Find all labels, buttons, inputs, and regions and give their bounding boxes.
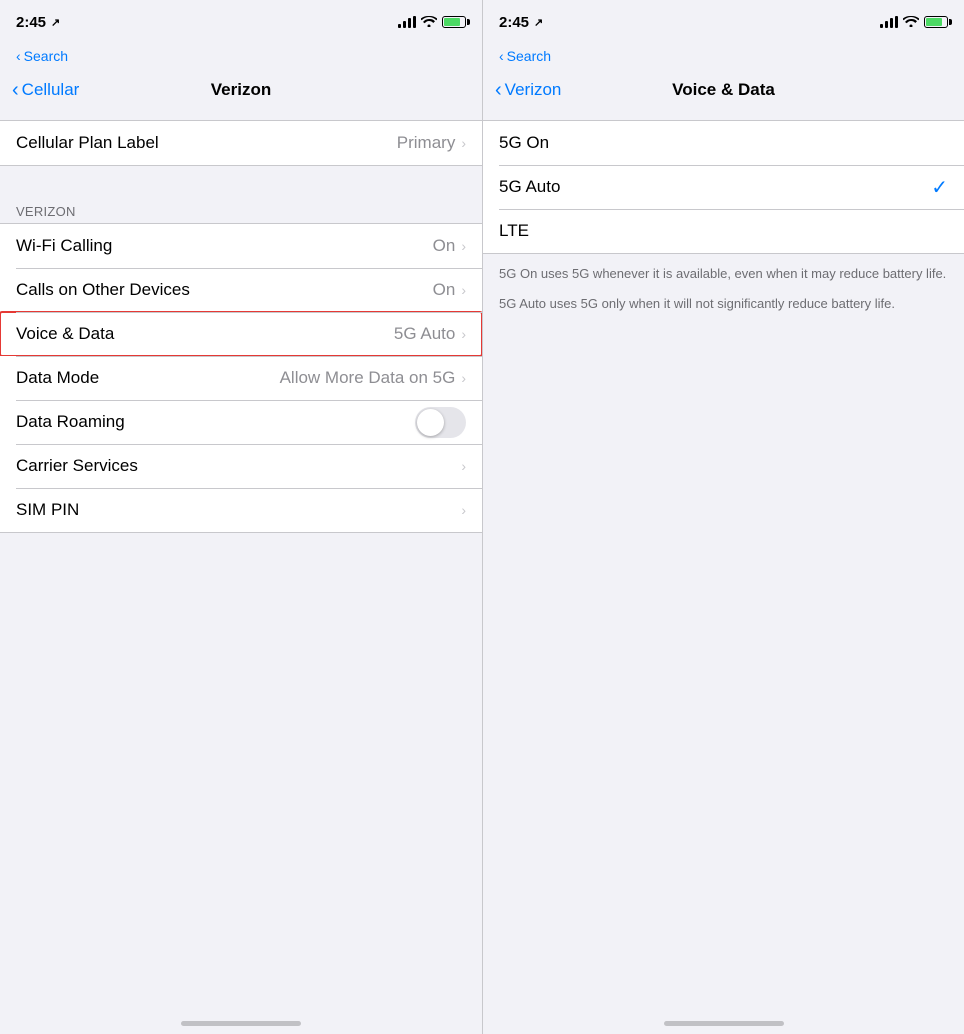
nav-bar-left: ‹ Cellular Verizon [0,68,482,112]
right-panel: 2:45 ↗ ‹ Search [482,0,964,1034]
calls-other-value-container: On › [433,280,466,300]
wifi-calling-label: Wi-Fi Calling [16,236,112,256]
voice-data-page-title: Voice & Data [672,80,775,100]
verizon-back-label: Verizon [505,80,562,100]
time-right: 2:45 [499,14,529,31]
signal-icon-left [398,16,416,28]
voice-data-options-group: 5G On 5G Auto ✓ LTE [483,120,964,254]
verizon-section-label: VERIZON [0,198,482,223]
data-mode-value-container: Allow More Data on 5G › [280,368,466,388]
cellular-plan-value-container: Primary › [397,133,466,153]
cellular-plan-group: Cellular Plan Label Primary › [0,120,482,166]
sim-pin-chevron: › [461,502,466,518]
description-block: 5G On uses 5G whenever it is available, … [483,254,964,333]
verizon-back-button[interactable]: ‹ Verizon [495,80,561,100]
verizon-page-title: Verizon [211,80,271,100]
wifi-calling-value-container: On › [433,236,466,256]
voice-data-value: 5G Auto [394,324,455,344]
right-content: 5G On 5G Auto ✓ LTE 5G On uses 5G whenev… [483,112,964,1034]
status-time-right: 2:45 ↗ [499,14,543,31]
5g-auto-checkmark: ✓ [931,175,948,200]
left-content: Cellular Plan Label Primary › VERIZON Wi… [0,112,482,1034]
calls-other-value: On [433,280,456,300]
cellular-plan-chevron: › [461,135,466,151]
cellular-plan-label: Cellular Plan Label [16,133,159,153]
gap-top-right [483,112,964,120]
search-back-left[interactable]: ‹ Search [16,48,68,64]
sub-nav-right: ‹ Search [483,44,964,68]
nav-bar-right: ‹ Verizon Voice & Data [483,68,964,112]
search-back-label-right: Search [507,48,551,64]
calls-other-chevron: › [461,282,466,298]
status-time-left: 2:45 ↗ [16,14,60,31]
chevron-back-verizon: ‹ [495,80,502,100]
status-icons-left [398,15,466,30]
home-indicator-left [181,1021,301,1026]
description-5g-on: 5G On uses 5G whenever it is available, … [499,264,948,284]
carrier-services-chevron: › [461,458,466,474]
cellular-plan-row[interactable]: Cellular Plan Label Primary › [0,121,482,165]
data-roaming-toggle-knob [417,409,444,436]
sim-pin-label: SIM PIN [16,500,79,520]
status-bar-left: 2:45 ↗ [0,0,482,44]
data-mode-label: Data Mode [16,368,99,388]
wifi-calling-row[interactable]: Wi-Fi Calling On › [0,224,482,268]
status-icons-right [880,15,948,30]
home-indicator-right [664,1021,784,1026]
cellular-plan-value: Primary [397,133,456,153]
carrier-services-label: Carrier Services [16,456,138,476]
cellular-back-label: Cellular [22,80,80,100]
chevron-back-search-left: ‹ [16,48,21,64]
location-arrow-left: ↗ [51,16,60,29]
chevron-back-search-right: ‹ [499,48,504,64]
battery-icon-right [924,16,948,28]
calls-other-row[interactable]: Calls on Other Devices On › [0,268,482,312]
sub-nav-left: ‹ Search [0,44,482,68]
search-back-right[interactable]: ‹ Search [499,48,551,64]
status-bar-right: 2:45 ↗ [483,0,964,44]
gap-section [0,166,482,198]
cellular-back-button[interactable]: ‹ Cellular [12,80,79,100]
sim-pin-row[interactable]: SIM PIN › [0,488,482,532]
lte-option[interactable]: LTE [483,209,964,253]
data-mode-value: Allow More Data on 5G [280,368,456,388]
carrier-services-row[interactable]: Carrier Services › [0,444,482,488]
battery-icon-left [442,16,466,28]
voice-data-label: Voice & Data [16,324,114,344]
voice-data-row[interactable]: Voice & Data 5G Auto › [0,312,482,356]
gap-top-left [0,112,482,120]
time-left: 2:45 [16,14,46,31]
wifi-icon-left [421,15,437,30]
sim-pin-value-container: › [461,502,466,518]
wifi-calling-chevron: › [461,238,466,254]
voice-data-chevron: › [461,326,466,342]
wifi-calling-value: On [433,236,456,256]
location-arrow-right: ↗ [534,16,543,29]
data-roaming-row[interactable]: Data Roaming [0,400,482,444]
data-roaming-label: Data Roaming [16,412,125,432]
wifi-icon-right [903,15,919,30]
chevron-back-cellular: ‹ [12,80,19,100]
verizon-rows-group: Wi-Fi Calling On › Calls on Other Device… [0,223,482,533]
left-panel: 2:45 ↗ ‹ Search [0,0,482,1034]
5g-on-option[interactable]: 5G On [483,121,964,165]
calls-other-label: Calls on Other Devices [16,280,190,300]
data-roaming-toggle[interactable] [415,407,466,438]
data-mode-chevron: › [461,370,466,386]
signal-icon-right [880,16,898,28]
5g-on-label: 5G On [499,133,549,153]
description-5g-auto: 5G Auto uses 5G only when it will not si… [499,294,948,314]
search-back-label-left: Search [24,48,68,64]
5g-auto-option[interactable]: 5G Auto ✓ [483,165,964,209]
carrier-services-value-container: › [461,458,466,474]
lte-label: LTE [499,221,529,241]
data-mode-row[interactable]: Data Mode Allow More Data on 5G › [0,356,482,400]
voice-data-value-container: 5G Auto › [394,324,466,344]
5g-auto-label: 5G Auto [499,177,560,197]
